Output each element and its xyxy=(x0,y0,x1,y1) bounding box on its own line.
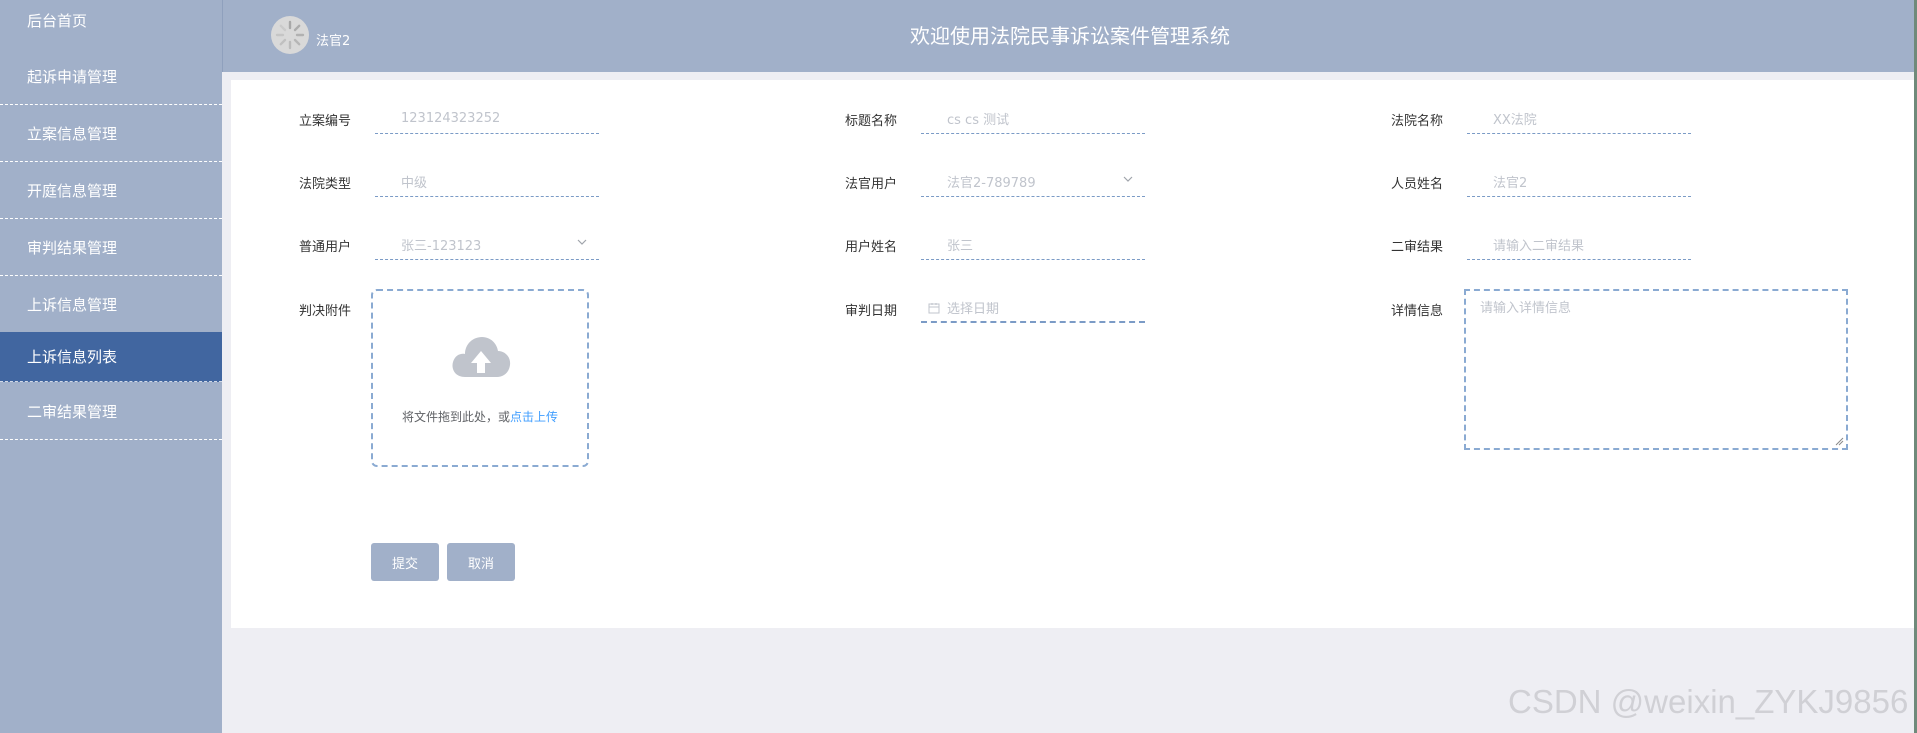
person-name-input[interactable]: 法官2 xyxy=(1467,167,1691,197)
court-type-label: 法院类型 xyxy=(298,177,351,192)
sidebar-item-judgment-results[interactable]: 审判结果管理 xyxy=(0,220,222,276)
judge-user-value: 法官2-789789 xyxy=(947,176,1036,191)
court-name-label: 法院名称 xyxy=(1390,114,1443,129)
details-label: 详情信息 xyxy=(1390,304,1443,319)
person-name-label: 人员姓名 xyxy=(1390,177,1443,192)
second-result-input[interactable]: 请输入二审结果 xyxy=(1467,230,1691,260)
title-name-input[interactable]: cs cs 测试 xyxy=(921,104,1145,134)
sidebar-item-case-registration[interactable]: 立案信息管理 xyxy=(0,106,222,162)
chevron-down-icon xyxy=(1123,176,1133,182)
trial-date-picker[interactable]: 选择日期 xyxy=(921,293,1145,323)
title-name-label: 标题名称 xyxy=(844,114,897,129)
form-card: 立案编号 123124323252 标题名称 cs cs 测试 法院名称 XX法… xyxy=(231,80,1917,628)
cancel-button[interactable]: 取消 xyxy=(447,543,515,581)
attachment-label: 判决附件 xyxy=(298,304,351,319)
sidebar: 后台首页 起诉申请管理 立案信息管理 开庭信息管理 审判结果管理 上诉信息管理 … xyxy=(0,0,222,733)
resize-grip-icon[interactable] xyxy=(1834,436,1844,446)
judge-user-label: 法官用户 xyxy=(844,177,897,192)
trial-date-label: 审判日期 xyxy=(844,304,897,319)
chevron-down-icon xyxy=(577,239,587,245)
sidebar-item-hearing-info[interactable]: 开庭信息管理 xyxy=(0,163,222,219)
details-placeholder: 请输入详情信息 xyxy=(1480,301,1572,316)
title-name-value: cs cs 测试 xyxy=(947,113,1010,128)
top-header: 法官2 欢迎使用法院民事诉讼案件管理系统 xyxy=(222,0,1917,72)
court-name-value: XX法院 xyxy=(1493,113,1537,128)
sidebar-item-label: 审判结果管理 xyxy=(27,239,118,257)
user-name-value: 张三 xyxy=(947,239,974,254)
court-type-value: 中级 xyxy=(401,176,428,191)
cloud-upload-icon xyxy=(452,337,511,377)
calendar-icon xyxy=(928,303,940,314)
case-no-label: 立案编号 xyxy=(298,114,351,129)
click-upload-link[interactable]: 点击上传 xyxy=(510,410,558,424)
sidebar-item-label: 二审结果管理 xyxy=(27,403,118,421)
sidebar-item-label: 开庭信息管理 xyxy=(27,182,118,200)
second-result-label: 二审结果 xyxy=(1390,240,1443,255)
court-name-input[interactable]: XX法院 xyxy=(1467,104,1691,134)
submit-button[interactable]: 提交 xyxy=(371,543,439,581)
user-name-input[interactable]: 张三 xyxy=(921,230,1145,260)
judge-user-select[interactable]: 法官2-789789 xyxy=(921,167,1145,197)
second-result-placeholder: 请输入二审结果 xyxy=(1493,239,1585,254)
court-type-input[interactable]: 中级 xyxy=(375,167,599,197)
person-name-value: 法官2 xyxy=(1493,176,1528,191)
details-textarea[interactable]: 请输入详情信息 xyxy=(1464,289,1848,450)
watermark: CSDN @weixin_ZYKJ9856 xyxy=(1508,683,1909,720)
case-no-input[interactable]: 123124323252 xyxy=(375,104,599,134)
sidebar-item-label: 上诉信息管理 xyxy=(27,296,118,314)
user-name-label: 用户姓名 xyxy=(844,240,897,255)
sidebar-item-label: 后台首页 xyxy=(27,11,88,30)
sidebar-item-appeal-list[interactable]: 上诉信息列表 xyxy=(0,332,222,382)
normal-user-select[interactable]: 张三-123123 xyxy=(375,230,599,260)
sidebar-item-second-trial-results[interactable]: 二审结果管理 xyxy=(0,384,222,440)
normal-user-value: 张三-123123 xyxy=(401,239,482,254)
sidebar-item-dashboard[interactable]: 后台首页 xyxy=(0,0,222,40)
upload-hint-text: 将文件拖到此处，或 xyxy=(401,410,510,424)
normal-user-label: 普通用户 xyxy=(298,240,351,255)
file-upload-dropzone[interactable]: 将文件拖到此处，或点击上传 xyxy=(371,289,589,467)
sidebar-item-appeal-management[interactable]: 上诉信息管理 xyxy=(0,277,222,333)
page-title: 欢迎使用法院民事诉讼案件管理系统 xyxy=(910,24,1230,48)
sidebar-item-filing-applications[interactable]: 起诉申请管理 xyxy=(0,49,222,105)
upload-hint: 将文件拖到此处，或点击上传 xyxy=(373,408,587,425)
sidebar-item-label: 立案信息管理 xyxy=(27,125,118,143)
sidebar-item-label: 上诉信息列表 xyxy=(27,348,118,366)
case-no-value: 123124323252 xyxy=(401,111,501,126)
trial-date-placeholder: 选择日期 xyxy=(947,301,1000,317)
sidebar-item-label: 起诉申请管理 xyxy=(27,68,118,86)
